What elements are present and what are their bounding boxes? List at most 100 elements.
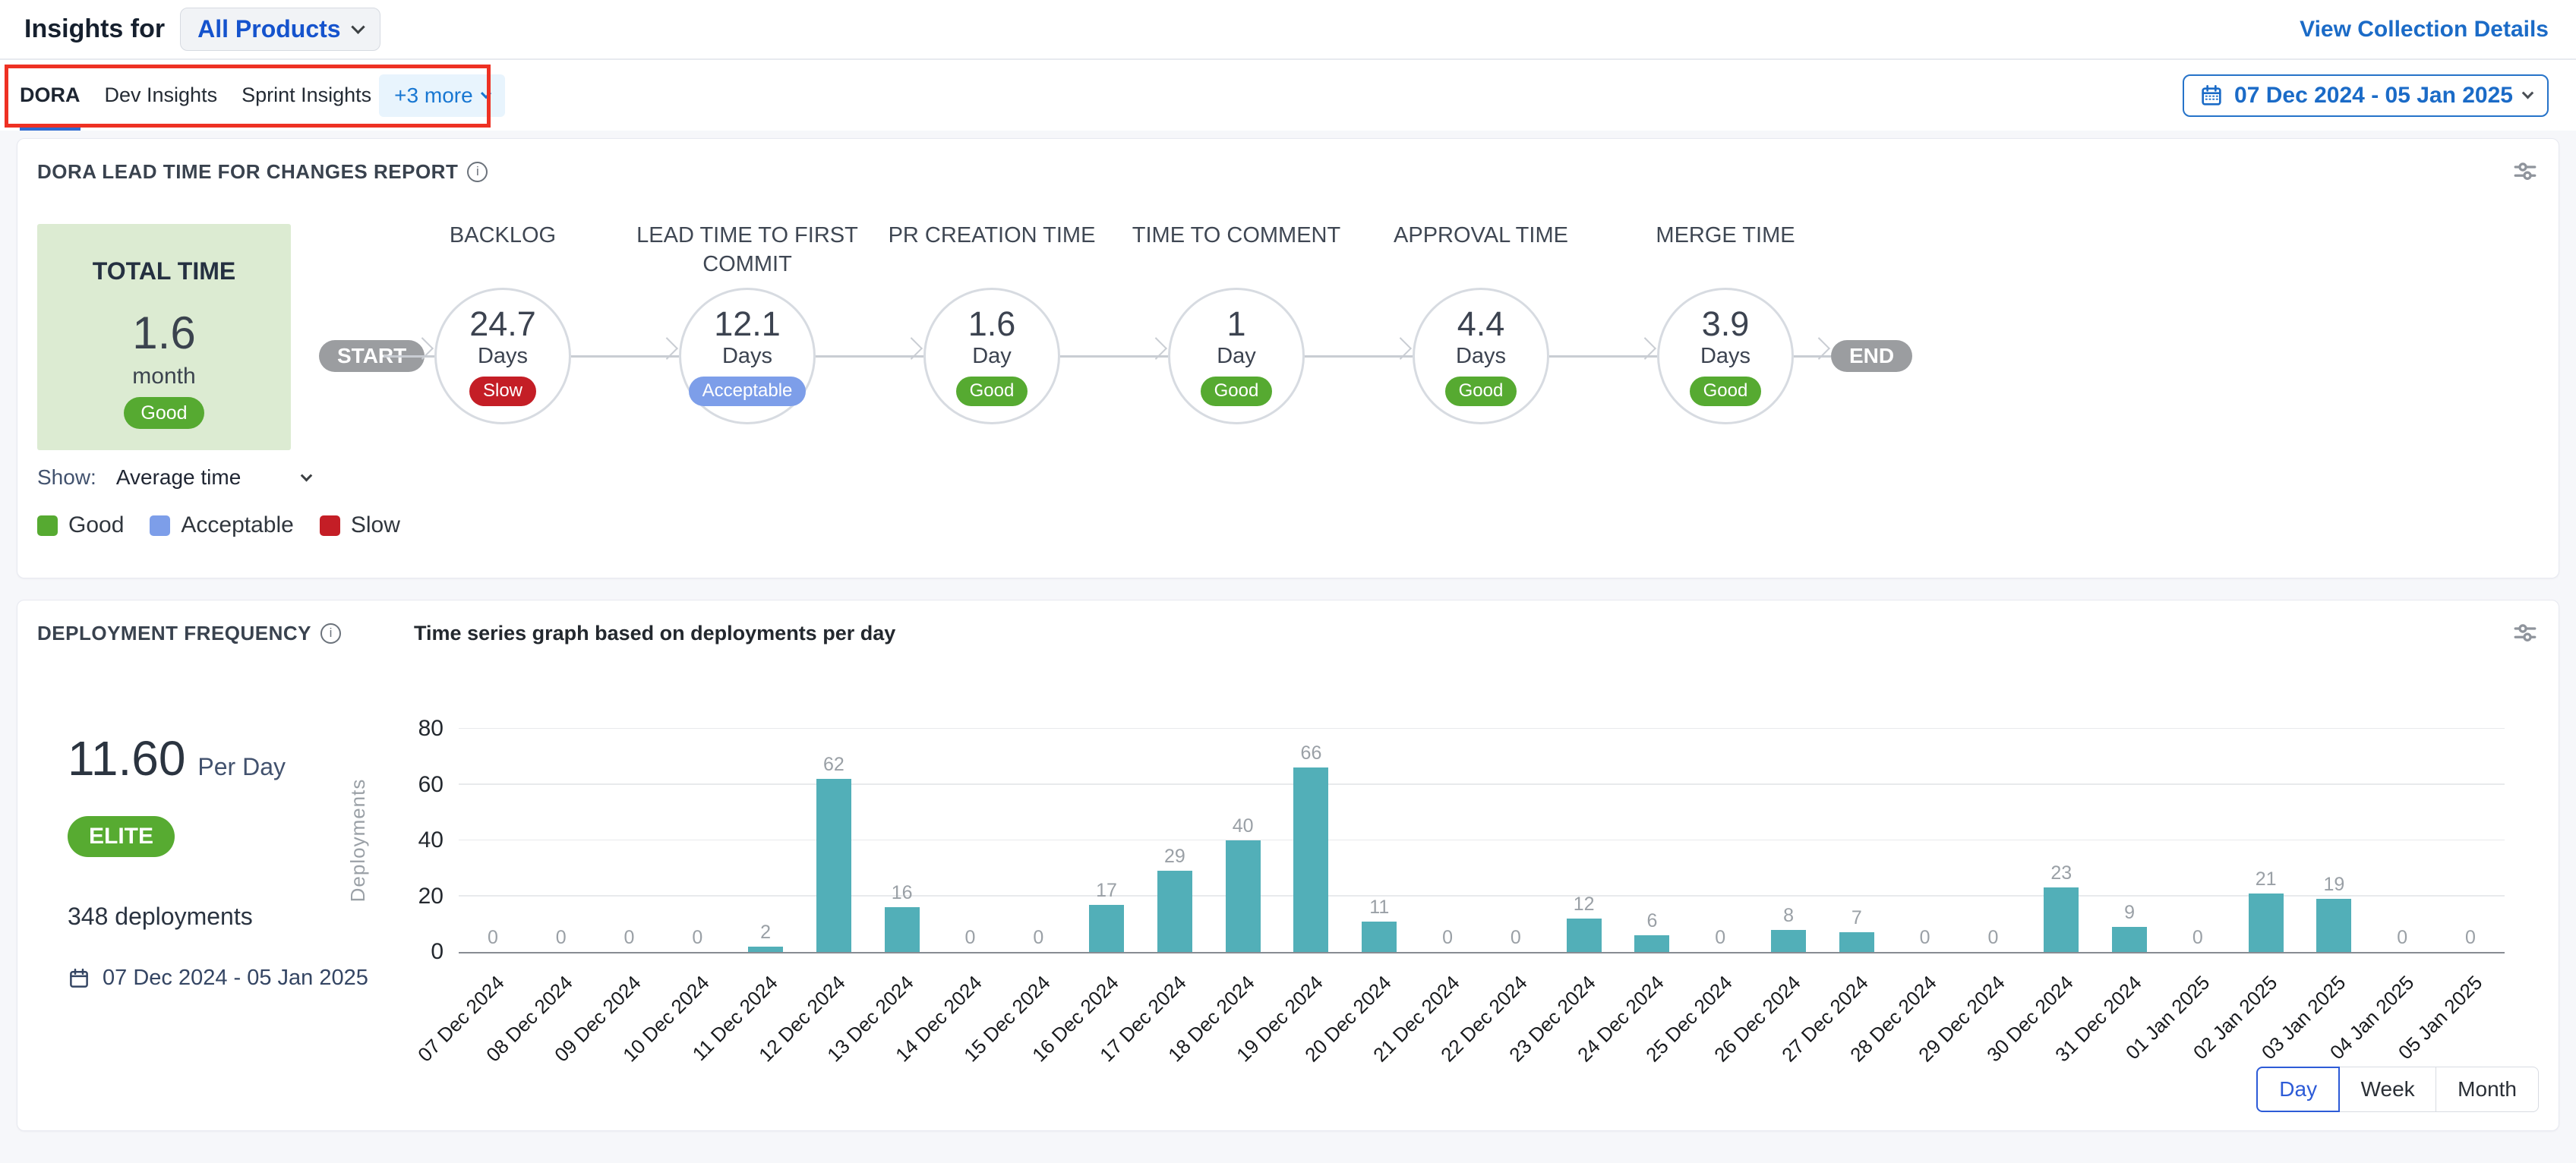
bar-value-label: 62 xyxy=(823,755,844,774)
tab-sprint-insights[interactable]: Sprint Insights xyxy=(242,60,371,131)
stage-badge: Slow xyxy=(469,377,536,406)
stage-unit: Days xyxy=(722,344,772,369)
view-collection-details-link[interactable]: View Collection Details xyxy=(2300,17,2549,43)
deployment-bar[interactable] xyxy=(748,947,783,952)
date-range-picker[interactable]: 07 Dec 2024 - 05 Jan 2025 xyxy=(2183,74,2549,117)
stage-node-good: 4.4DaysGood xyxy=(1413,288,1549,424)
bar-slot: 0 xyxy=(1004,729,1072,952)
flow-arrow xyxy=(1549,355,1657,358)
bar-value-label: 8 xyxy=(1783,906,1794,925)
deployment-bar[interactable] xyxy=(1634,935,1669,952)
deployment-bar[interactable] xyxy=(1362,922,1397,952)
granularity-day-button[interactable]: Day xyxy=(2256,1067,2340,1112)
deployment-bar[interactable] xyxy=(1089,905,1124,952)
bar-value-label: 0 xyxy=(1715,928,1725,947)
deployment-bar[interactable] xyxy=(885,907,920,952)
bar-slot: 11 xyxy=(1345,729,1413,952)
product-selector[interactable]: All Products xyxy=(180,8,380,51)
deployment-stats: 11.60 Per Day ELITE 348 deployments 07 D… xyxy=(37,649,375,1115)
info-icon[interactable] xyxy=(467,162,488,182)
acceptable-swatch xyxy=(150,515,170,536)
total-time-label: TOTAL TIME xyxy=(37,257,291,285)
deployment-bar[interactable] xyxy=(1567,919,1602,952)
deployment-date-label: 07 Dec 2024 - 05 Jan 2025 xyxy=(103,966,368,991)
bar-value-label: 0 xyxy=(692,928,702,947)
deployment-bar[interactable] xyxy=(2044,887,2079,952)
deployment-card-title: DEPLOYMENT FREQUENCY xyxy=(37,622,311,645)
legend-label: Good xyxy=(68,512,124,538)
bar-value-label: 6 xyxy=(1646,912,1657,931)
legend: Good Acceptable Slow xyxy=(37,512,2539,538)
top-band: Insights for All Products View Collectio… xyxy=(0,0,2576,131)
bar-slot: 0 xyxy=(1482,729,1550,952)
chevron-down-icon xyxy=(301,469,313,481)
granularity-toggle: Day Week Month xyxy=(2256,1067,2539,1112)
chevron-down-icon xyxy=(2522,87,2534,99)
y-tick-label: 0 xyxy=(383,939,444,965)
stage-unit: Days xyxy=(478,344,528,369)
x-axis-labels: 07 Dec 202408 Dec 202409 Dec 202410 Dec … xyxy=(459,962,2505,1076)
deployment-bar[interactable] xyxy=(816,779,851,952)
bar-value-label: 0 xyxy=(965,928,976,947)
bars: 0000262160017294066110012608700239021190… xyxy=(459,729,2505,952)
granularity-month-button[interactable]: Month xyxy=(2436,1067,2539,1112)
stage-label: MERGE TIME xyxy=(1612,221,1839,250)
bar-value-label: 66 xyxy=(1301,744,1322,763)
chart-settings-icon[interactable] xyxy=(2511,158,2539,185)
y-tick-label: 40 xyxy=(383,827,444,853)
show-dropdown[interactable]: Show: Average time xyxy=(37,465,311,490)
bar-slot: 2 xyxy=(731,729,800,952)
chart-subtitle: Time series graph based on deployments p… xyxy=(414,622,895,645)
page-title: Insights for xyxy=(24,14,165,44)
bar-value-label: 0 xyxy=(2465,928,2476,947)
tier-badge: ELITE xyxy=(68,816,175,857)
bar-value-label: 11 xyxy=(1369,898,1389,917)
bar-slot: 0 xyxy=(663,729,731,952)
deployment-bar[interactable] xyxy=(2316,899,2351,952)
show-label: Show: xyxy=(37,465,96,490)
stage-value: 3.9 xyxy=(1702,306,1750,342)
deployment-bar[interactable] xyxy=(1771,930,1806,952)
lead-time-card: DORA LEAD TIME FOR CHANGES REPORT TOTAL … xyxy=(17,138,2559,578)
chevron-down-icon xyxy=(351,20,365,33)
bar-value-label: 0 xyxy=(488,928,498,947)
tab-dev-insights[interactable]: Dev Insights xyxy=(105,60,218,131)
bar-value-label: 0 xyxy=(1442,928,1453,947)
y-tick-label: 60 xyxy=(383,772,444,798)
bar-slot: 6 xyxy=(1618,729,1687,952)
chart-settings-icon[interactable] xyxy=(2511,619,2539,647)
deployment-bar[interactable] xyxy=(1293,767,1328,952)
deployment-bar[interactable] xyxy=(1157,871,1192,952)
info-icon[interactable] xyxy=(320,623,341,644)
tabs-row: DORA Dev Insights Sprint Insights +3 mor… xyxy=(0,60,2576,131)
bar-value-label: 40 xyxy=(1233,817,1254,836)
bar-slot: 62 xyxy=(800,729,868,952)
total-time-unit: month xyxy=(37,364,291,389)
bar-value-label: 2 xyxy=(760,923,771,942)
flow-arrow xyxy=(384,355,434,358)
good-swatch xyxy=(37,515,58,536)
bar-slot: 8 xyxy=(1754,729,1823,952)
calendar-icon xyxy=(2199,84,2224,108)
stage-unit: Day xyxy=(1217,344,1256,369)
stage-value: 24.7 xyxy=(469,306,536,342)
stage-badge: Good xyxy=(1690,377,1762,406)
deployment-bar[interactable] xyxy=(2112,927,2147,952)
deployment-bar[interactable] xyxy=(1226,840,1261,952)
more-tabs-button[interactable]: +3 more xyxy=(379,74,505,117)
bar-slot: 0 xyxy=(2368,729,2436,952)
bar-slot: 17 xyxy=(1072,729,1141,952)
granularity-week-button[interactable]: Week xyxy=(2339,1067,2437,1112)
deployment-bar[interactable] xyxy=(2249,894,2284,952)
bar-value-label: 12 xyxy=(1574,895,1595,914)
deployment-frequency-card: DEPLOYMENT FREQUENCY Time series graph b… xyxy=(17,600,2559,1131)
bar-value-label: 0 xyxy=(2192,928,2203,947)
deployment-bar[interactable] xyxy=(1839,932,1874,952)
plot-area: Deployments 0204060800000262160017294066… xyxy=(459,729,2505,953)
slow-swatch xyxy=(320,515,340,536)
stage-node-slow: 24.7Days Slow xyxy=(434,288,571,424)
bar-slot: 23 xyxy=(2027,729,2095,952)
bar-value-label: 0 xyxy=(1987,928,1998,947)
stage-node-acceptable: 12.1DaysAcceptable xyxy=(679,288,816,424)
tab-dora[interactable]: DORA xyxy=(20,60,80,131)
